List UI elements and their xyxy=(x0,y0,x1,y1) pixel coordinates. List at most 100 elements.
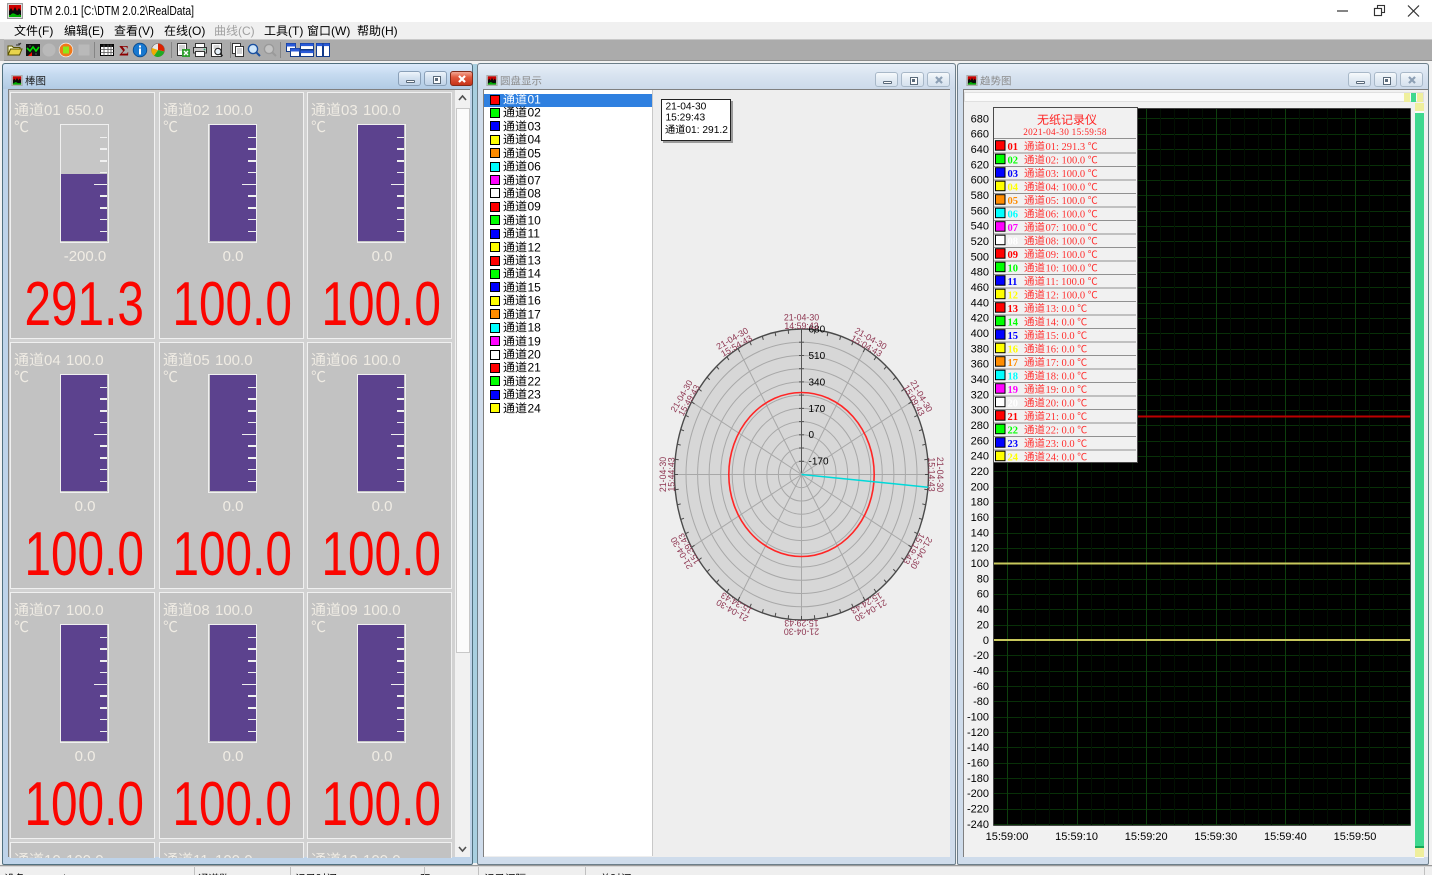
svg-text:15: 15 xyxy=(1008,330,1019,341)
svg-text:05: 05 xyxy=(193,352,210,369)
svg-text:07: 100.0: 07: 100.0 xyxy=(1046,222,1086,233)
svg-text:540: 540 xyxy=(971,221,989,233)
svg-text:660: 660 xyxy=(971,129,989,141)
svg-text:15:59:10: 15:59:10 xyxy=(1055,831,1098,843)
svg-text:01: 291.3: 01: 291.3 xyxy=(1046,141,1086,152)
svg-text:-170: -170 xyxy=(808,457,828,468)
svg-text:20: 20 xyxy=(1008,398,1019,409)
svg-text:680: 680 xyxy=(971,113,989,125)
svg-text:12: 12 xyxy=(1008,290,1019,301)
svg-text:21: 0.0: 21: 0.0 xyxy=(1046,411,1075,422)
svg-text:15:59:20: 15:59:20 xyxy=(1125,831,1168,843)
svg-text:12: 12 xyxy=(341,852,358,858)
svg-text:580: 580 xyxy=(971,190,989,202)
svg-text:-40: -40 xyxy=(973,665,989,677)
svg-text:-200.0: -200.0 xyxy=(63,248,106,265)
svg-text:560: 560 xyxy=(971,205,989,217)
svg-text:100.0: 100.0 xyxy=(66,602,104,619)
svg-text:03: 100.0: 03: 100.0 xyxy=(1046,168,1086,179)
svg-text:-180: -180 xyxy=(967,773,989,785)
svg-text:09: 100.0: 09: 100.0 xyxy=(1046,249,1086,260)
svg-text:650.0: 650.0 xyxy=(66,102,104,119)
svg-text:22: 22 xyxy=(528,375,542,389)
svg-text:0: 0 xyxy=(808,430,814,441)
svg-text:06: 06 xyxy=(528,160,542,174)
svg-text:08: 08 xyxy=(528,187,542,201)
svg-text:08: 100.0: 08: 100.0 xyxy=(1046,236,1086,247)
svg-text:100.0: 100.0 xyxy=(66,352,104,369)
svg-text:2021-04-30 15:59:58: 2021-04-30 15:59:58 xyxy=(1023,127,1107,137)
svg-text:0.0: 0.0 xyxy=(223,748,244,765)
svg-text:420: 420 xyxy=(971,313,989,325)
svg-text:240: 240 xyxy=(971,451,989,463)
svg-text:05: 05 xyxy=(528,147,542,161)
svg-text:08: 08 xyxy=(1008,236,1019,247)
svg-text:200: 200 xyxy=(971,481,989,493)
svg-text:17: 17 xyxy=(1008,357,1019,368)
svg-text:16: 16 xyxy=(1008,344,1019,355)
svg-text:22: 0.0: 22: 0.0 xyxy=(1046,425,1075,436)
svg-text:0: 0 xyxy=(983,635,989,647)
svg-text:15:29:43: 15:29:43 xyxy=(784,618,818,628)
svg-text:280: 280 xyxy=(971,420,989,432)
svg-text:510: 510 xyxy=(808,351,825,362)
svg-text:13: 13 xyxy=(528,254,542,268)
svg-text:120: 120 xyxy=(971,543,989,555)
svg-text:24: 24 xyxy=(528,402,542,416)
svg-text:-60: -60 xyxy=(973,681,989,693)
svg-text:12: 12 xyxy=(528,241,542,255)
svg-text:-20: -20 xyxy=(973,650,989,662)
svg-text:0.0: 0.0 xyxy=(371,498,392,515)
svg-text:(C): (C) xyxy=(238,24,255,38)
svg-text:20: 0.0: 20: 0.0 xyxy=(1046,398,1075,409)
svg-text:24: 0.0: 24: 0.0 xyxy=(1046,452,1075,462)
svg-text:06: 100.0: 06: 100.0 xyxy=(1046,209,1086,220)
svg-text:(E): (E) xyxy=(88,24,104,38)
svg-text:Σ: Σ xyxy=(119,44,129,59)
svg-text:180: 180 xyxy=(971,497,989,509)
svg-text:14: 0.0: 14: 0.0 xyxy=(1046,317,1075,328)
svg-text:15:44:43: 15:44:43 xyxy=(666,457,676,491)
svg-text:22: 22 xyxy=(1008,425,1019,436)
svg-text:09: 09 xyxy=(341,602,358,619)
svg-text:19: 0.0: 19: 0.0 xyxy=(1046,384,1075,395)
svg-text:04: 04 xyxy=(528,133,542,147)
svg-text:0.0: 0.0 xyxy=(223,248,244,265)
svg-text:0.0: 0.0 xyxy=(74,748,95,765)
svg-text:100.0: 100.0 xyxy=(215,602,253,619)
svg-text:10: 100.0: 10: 100.0 xyxy=(1046,263,1086,274)
svg-text:19: 19 xyxy=(528,335,542,349)
svg-text:02: 02 xyxy=(193,102,210,119)
svg-text:07: 07 xyxy=(528,174,542,188)
svg-text:DTM 2.0.1 [C:\DTM 2.0.2\RealDa: DTM 2.0.1 [C:\DTM 2.0.2\RealData] xyxy=(30,4,194,18)
svg-text:380: 380 xyxy=(971,343,989,355)
svg-text:13: 0.0: 13: 0.0 xyxy=(1046,303,1075,314)
svg-text:40: 40 xyxy=(977,604,989,616)
svg-text:21: 21 xyxy=(1008,411,1019,422)
svg-text:11: 11 xyxy=(528,227,541,241)
svg-text:15:59:30: 15:59:30 xyxy=(1194,831,1237,843)
svg-text:02: 02 xyxy=(528,106,542,120)
svg-text:05: 05 xyxy=(1008,195,1019,206)
svg-text:300: 300 xyxy=(971,405,989,417)
svg-text:05: 100.0: 05: 100.0 xyxy=(1046,195,1086,206)
svg-text:100.0: 100.0 xyxy=(66,852,104,858)
svg-text:0.0: 0.0 xyxy=(223,498,244,515)
svg-text:09: 09 xyxy=(1008,249,1019,260)
svg-text:640: 640 xyxy=(971,144,989,156)
svg-text:09: 09 xyxy=(528,200,542,214)
svg-text:11: 11 xyxy=(1008,276,1018,287)
svg-text:11: 100.0: 11: 100.0 xyxy=(1046,276,1085,287)
svg-text:18: 18 xyxy=(1008,371,1019,382)
svg-text:14:59:43: 14:59:43 xyxy=(784,321,818,331)
svg-text:07: 07 xyxy=(44,602,61,619)
svg-text:15:14:43: 15:14:43 xyxy=(926,457,936,491)
svg-text:01: 01 xyxy=(44,102,61,119)
svg-text:11: 11 xyxy=(193,852,209,858)
svg-text:16: 16 xyxy=(528,294,542,308)
svg-text:18: 0.0: 18: 0.0 xyxy=(1046,371,1075,382)
svg-text:600: 600 xyxy=(971,175,989,187)
svg-text:12: 100.0: 12: 100.0 xyxy=(1046,290,1086,301)
svg-text:0.0: 0.0 xyxy=(371,748,392,765)
svg-text:440: 440 xyxy=(971,297,989,309)
